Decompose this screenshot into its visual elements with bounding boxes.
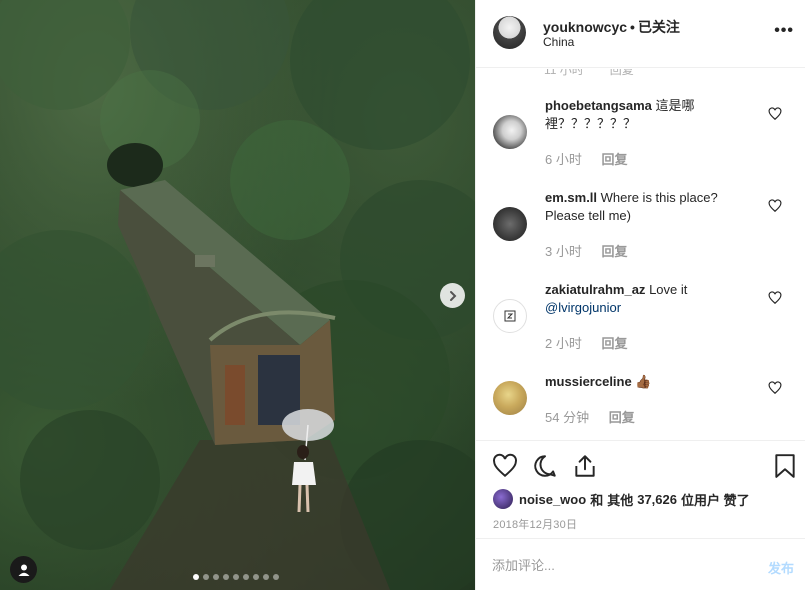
likes-suffix: 位用户 赞了: [680, 492, 750, 508]
likes-others[interactable]: 其他: [607, 490, 633, 509]
tagged-users-button[interactable]: [10, 556, 37, 583]
post-location[interactable]: China: [543, 35, 574, 49]
commenter-username[interactable]: phoebetangsama: [545, 98, 652, 113]
comment-time: 3 小时: [545, 244, 582, 259]
bookmark-icon[interactable]: [774, 453, 796, 479]
comments-list[interactable]: 11 小时 回复 phoebetangsama 這是哪裡？？？？？？ 6 小时 回…: [476, 69, 805, 440]
commenter-avatar[interactable]: [493, 381, 527, 415]
author-username[interactable]: youknowcyc: [543, 19, 627, 35]
commenter-avatar[interactable]: [493, 115, 527, 149]
carousel-dot: [223, 574, 229, 580]
comment-body: Love it: [649, 282, 688, 297]
author-avatar[interactable]: [493, 16, 526, 49]
carousel-dot: [263, 574, 269, 580]
thumbs-up-icon: 👍🏾: [635, 374, 652, 389]
like-comment-heart-icon[interactable]: [768, 291, 782, 305]
commenter-username[interactable]: em.sm.ll: [545, 190, 597, 205]
comment-text: em.sm.ll Where is this place? Please tel…: [545, 189, 745, 225]
reply-button[interactable]: 回复: [601, 244, 627, 259]
author-line: youknowcyc • 已关注: [543, 17, 680, 37]
likes-connector: 和: [590, 492, 604, 508]
user-icon: [18, 564, 29, 576]
post-side-panel: youknowcyc • 已关注 China ••• 11 小时 回复 phoebet…: [475, 0, 805, 590]
comment-input[interactable]: [492, 553, 732, 577]
reply-button[interactable]: 回复: [610, 69, 634, 77]
commenter-username[interactable]: zakiatulrahm_az: [545, 282, 645, 297]
post-actions: noise_woo 和 其他 37,626 位用户 赞了 2018年12月30日: [476, 440, 805, 531]
carousel-dot: [253, 574, 259, 580]
likes-count[interactable]: 37,626: [637, 492, 677, 507]
likes-summary[interactable]: noise_woo 和 其他 37,626 位用户 赞了: [493, 489, 750, 509]
comment-time: 11 小时: [544, 69, 584, 77]
commenter-username[interactable]: mussierceline: [545, 374, 632, 389]
comment-text: zakiatulrahm_az Love it @lvirgojunior: [545, 281, 745, 317]
comment-text: phoebetangsama 這是哪裡？？？？？？: [545, 97, 745, 133]
post-photo[interactable]: [0, 0, 475, 590]
carousel-dot: [213, 574, 219, 580]
comment-meta: 6 小时 回复: [545, 149, 627, 168]
comment-meta: 2 小时 回复: [545, 333, 627, 352]
like-comment-heart-icon[interactable]: [768, 107, 782, 121]
like-comment-heart-icon[interactable]: [768, 381, 782, 395]
comment-meta: 3 小时 回复: [545, 241, 627, 260]
like-heart-icon[interactable]: [492, 453, 518, 479]
comment-time: 54 分钟: [545, 410, 590, 425]
mention-link[interactable]: @lvirgojunior: [545, 300, 621, 315]
reply-button[interactable]: 回复: [601, 152, 627, 167]
comment-time: 2 小时: [545, 336, 582, 351]
like-comment-heart-icon[interactable]: [768, 199, 782, 213]
carousel-dot: [203, 574, 209, 580]
liker-username[interactable]: noise_woo: [519, 492, 586, 507]
clipped-comment-meta: 11 小时 回复: [544, 69, 660, 78]
more-options-icon[interactable]: •••: [774, 22, 794, 40]
chevron-right-icon: [449, 290, 456, 301]
commenter-avatar[interactable]: [493, 299, 527, 333]
liker-avatar[interactable]: [493, 489, 513, 509]
carousel-dot: [233, 574, 239, 580]
reply-button[interactable]: 回复: [601, 336, 627, 351]
separator: •: [630, 19, 635, 35]
carousel-dot: [243, 574, 249, 580]
follow-button[interactable]: 已关注: [638, 19, 680, 35]
comment-meta: 54 分钟 回复: [545, 407, 635, 426]
forest-train-photo: [0, 0, 475, 590]
carousel-indicator: [193, 574, 279, 580]
carousel-dot: [193, 574, 199, 580]
next-photo-button[interactable]: [440, 283, 465, 308]
logo-icon: [504, 310, 516, 322]
add-comment-bar: 发布: [476, 538, 805, 590]
carousel-dot: [273, 574, 279, 580]
reply-button[interactable]: 回复: [609, 410, 635, 425]
comment-text: mussierceline 👍🏾: [545, 373, 745, 391]
comment-time: 6 小时: [545, 152, 582, 167]
commenter-avatar[interactable]: [493, 207, 527, 241]
post-header: youknowcyc • 已关注 China •••: [476, 0, 805, 68]
post-date: 2018年12月30日: [493, 519, 578, 531]
comment-bubble-icon[interactable]: [532, 453, 558, 479]
post-comment-button[interactable]: 发布: [768, 558, 794, 577]
share-icon[interactable]: [572, 453, 598, 479]
